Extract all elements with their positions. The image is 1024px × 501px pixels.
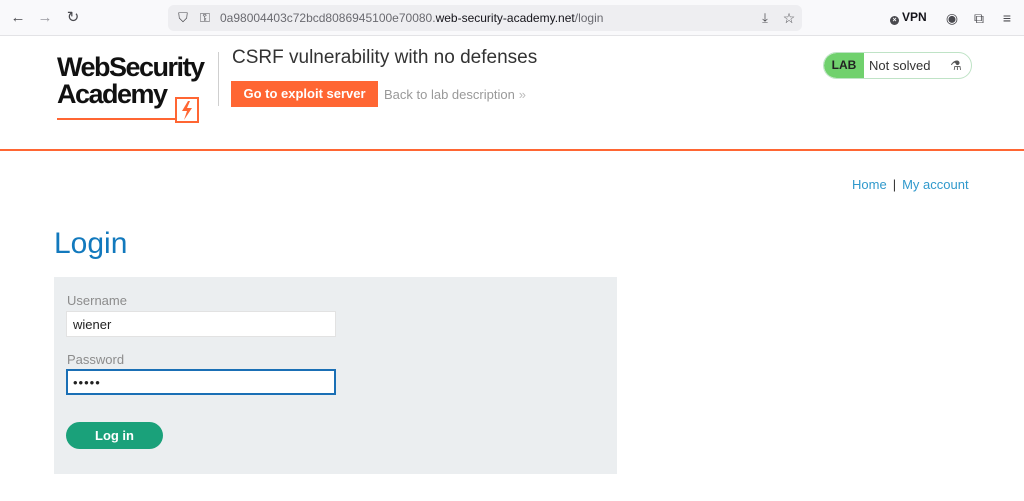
vpn-button[interactable]: × VPN (890, 10, 927, 25)
back-to-lab-description-link[interactable]: Back to lab description» (384, 87, 526, 102)
header-orange-rule (0, 149, 1024, 151)
back-link-label: Back to lab description (384, 87, 515, 102)
download-icon[interactable]: ⤓ (756, 8, 774, 28)
url-domain: web-security-academy.net (435, 11, 575, 25)
shield-icon[interactable]: ⛉ (174, 8, 192, 28)
lightning-bolt-icon (175, 97, 199, 123)
bookmark-star-icon[interactable]: ☆ (780, 8, 798, 28)
url-text[interactable]: 0a98004403c72bcd8086945100e70080.web-sec… (220, 11, 603, 25)
username-label: Username (67, 293, 127, 308)
username-input[interactable] (66, 311, 336, 337)
login-button[interactable]: Log in (66, 422, 163, 449)
double-chevron-right-icon: » (518, 87, 527, 102)
password-label: Password (67, 352, 125, 367)
password-input[interactable] (66, 369, 336, 395)
menu-icon[interactable]: ≡ (998, 8, 1016, 28)
vpn-label: VPN (902, 10, 927, 24)
flask-icon: ⚗ (950, 58, 962, 73)
page-title: Login (54, 227, 128, 260)
account-icon[interactable]: ◉ (943, 8, 961, 28)
header-divider (218, 52, 219, 106)
web-security-academy-logo[interactable]: WebSecurity Academy (57, 52, 217, 123)
top-navigation: Home | My account (852, 177, 969, 192)
key-icon[interactable]: ⚿ (196, 8, 214, 28)
logo-underline (57, 118, 177, 120)
lab-status-text: Not solved (869, 58, 931, 73)
address-bar[interactable]: ⛉ ⚿ 0a98004403c72bcd8086945100e70080.web… (168, 5, 802, 31)
exploit-server-button[interactable]: Go to exploit server (231, 81, 378, 107)
reload-icon[interactable]: ↻ (63, 8, 83, 28)
lab-header: WebSecurity Academy CSRF vulnerability w… (0, 36, 1024, 150)
lab-status-widget: LAB Not solved ⚗ (823, 52, 972, 79)
lab-title: CSRF vulnerability with no defenses (232, 47, 538, 68)
home-link[interactable]: Home (852, 177, 887, 192)
forward-arrow-icon[interactable]: → (35, 8, 55, 28)
lab-badge: LAB (824, 53, 864, 78)
my-account-link[interactable]: My account (902, 177, 968, 192)
back-arrow-icon[interactable]: ← (8, 8, 28, 28)
nav-separator: | (892, 177, 897, 192)
url-path: /login (574, 11, 604, 25)
extensions-icon[interactable]: ⧉ (970, 8, 988, 28)
url-prefix: 0a98004403c72bcd8086945100e70080. (220, 11, 436, 25)
browser-toolbar: ← → ↻ ⛉ ⚿ 0a98004403c72bcd8086945100e700… (0, 0, 1024, 36)
login-form: Username Password Log in (54, 277, 617, 474)
logo-line-2: Academy (57, 79, 168, 109)
vpn-status-icon: × (890, 16, 899, 25)
